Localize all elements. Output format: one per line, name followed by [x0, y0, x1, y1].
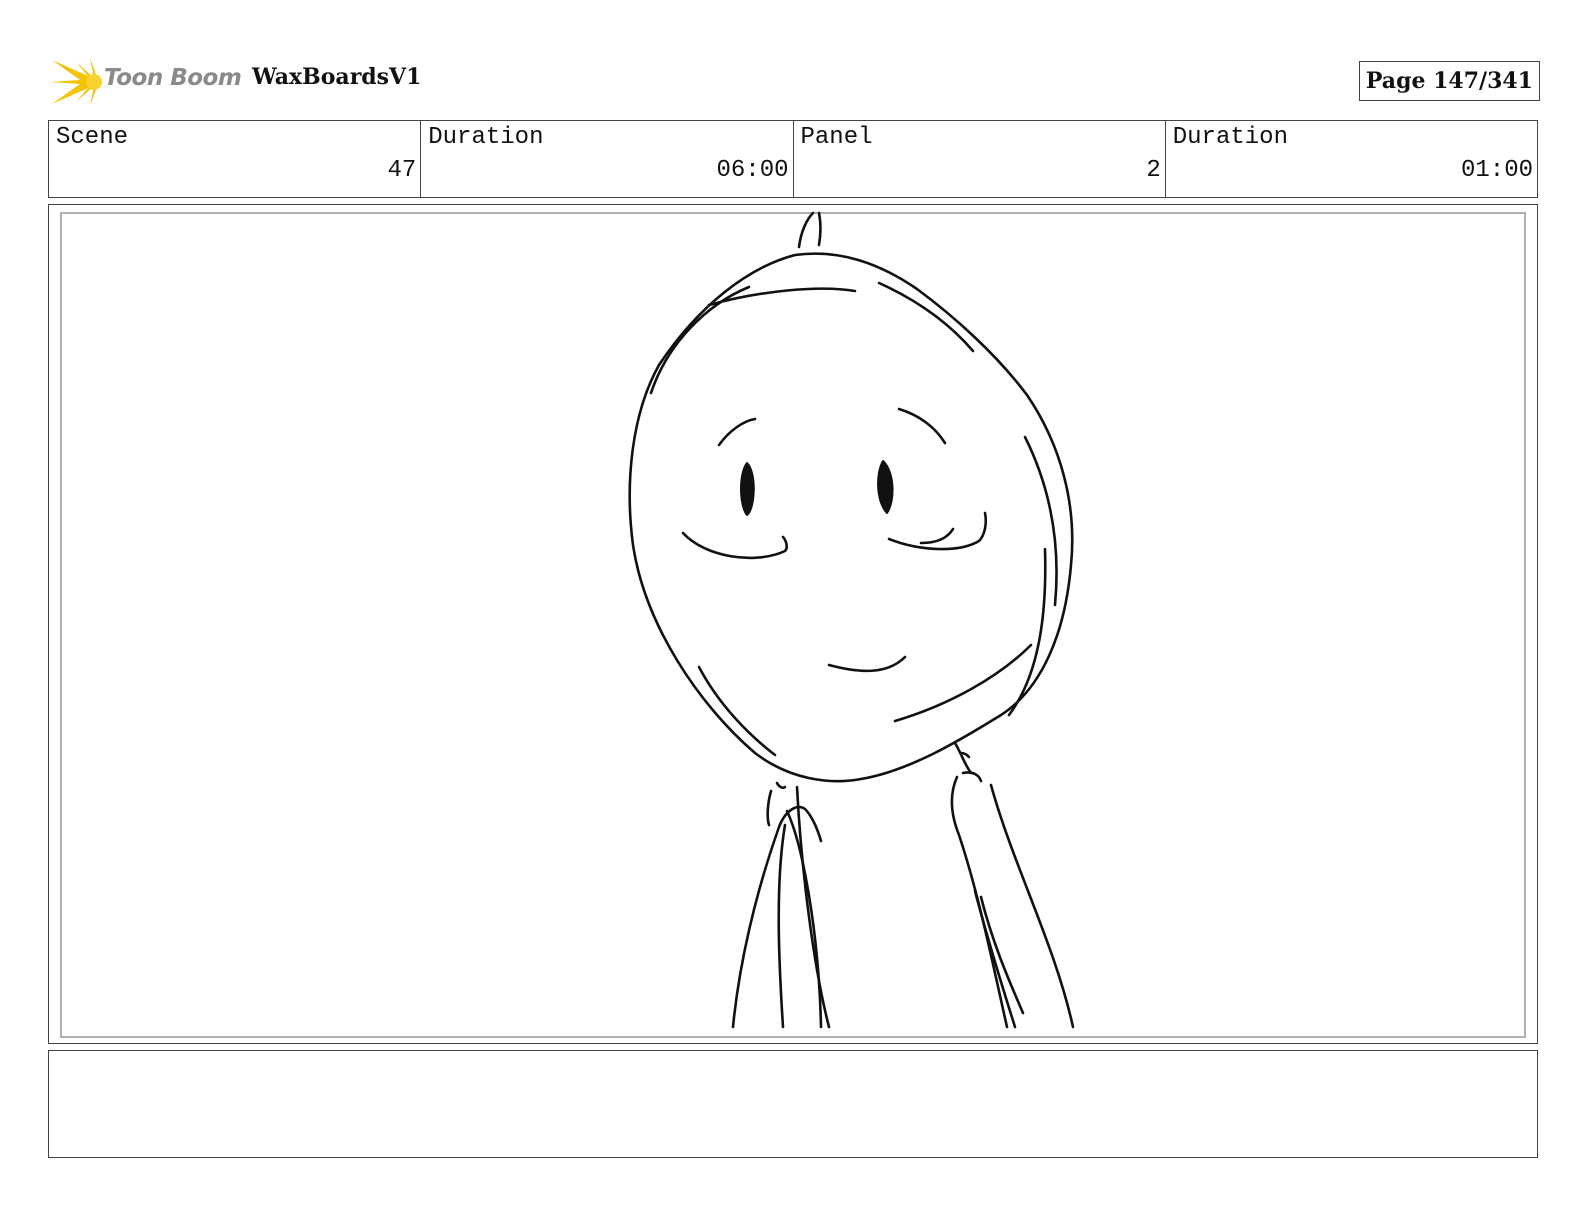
panel-value: 2: [1146, 157, 1161, 184]
logo-text: Toon Boom: [104, 65, 242, 91]
panel-duration-value: 01:00: [1460, 157, 1533, 184]
scene-duration-label: Duration: [428, 124, 544, 151]
panel-notes-box: [48, 1050, 1538, 1158]
panel-cell: Panel 2: [794, 121, 1166, 197]
scene-cell: Scene 47: [49, 121, 422, 197]
page-header: Toon Boom WaxBoardsV1 Page 147/341: [50, 54, 1540, 110]
project-title: WaxBoardsV1: [252, 64, 422, 90]
character-sketch: [628, 211, 1075, 1029]
scene-duration-cell: Duration 06:00: [421, 121, 794, 197]
panel-duration-label: Duration: [1172, 124, 1288, 151]
scene-value: 47: [387, 157, 417, 184]
toon-boom-logo: Toon Boom: [50, 54, 242, 110]
page-counter: Page 147/341: [1358, 61, 1540, 101]
panel-duration-cell: Duration 01:00: [1166, 121, 1537, 197]
scene-duration-value: 06:00: [716, 157, 789, 184]
storyboard-panel: [48, 204, 1538, 1044]
panel-info-row: Scene 47 Duration 06:00 Panel 2 Duration…: [48, 120, 1538, 198]
scene-label: Scene: [56, 124, 129, 151]
starburst-icon: [50, 58, 102, 106]
panel-label: Panel: [800, 124, 873, 151]
